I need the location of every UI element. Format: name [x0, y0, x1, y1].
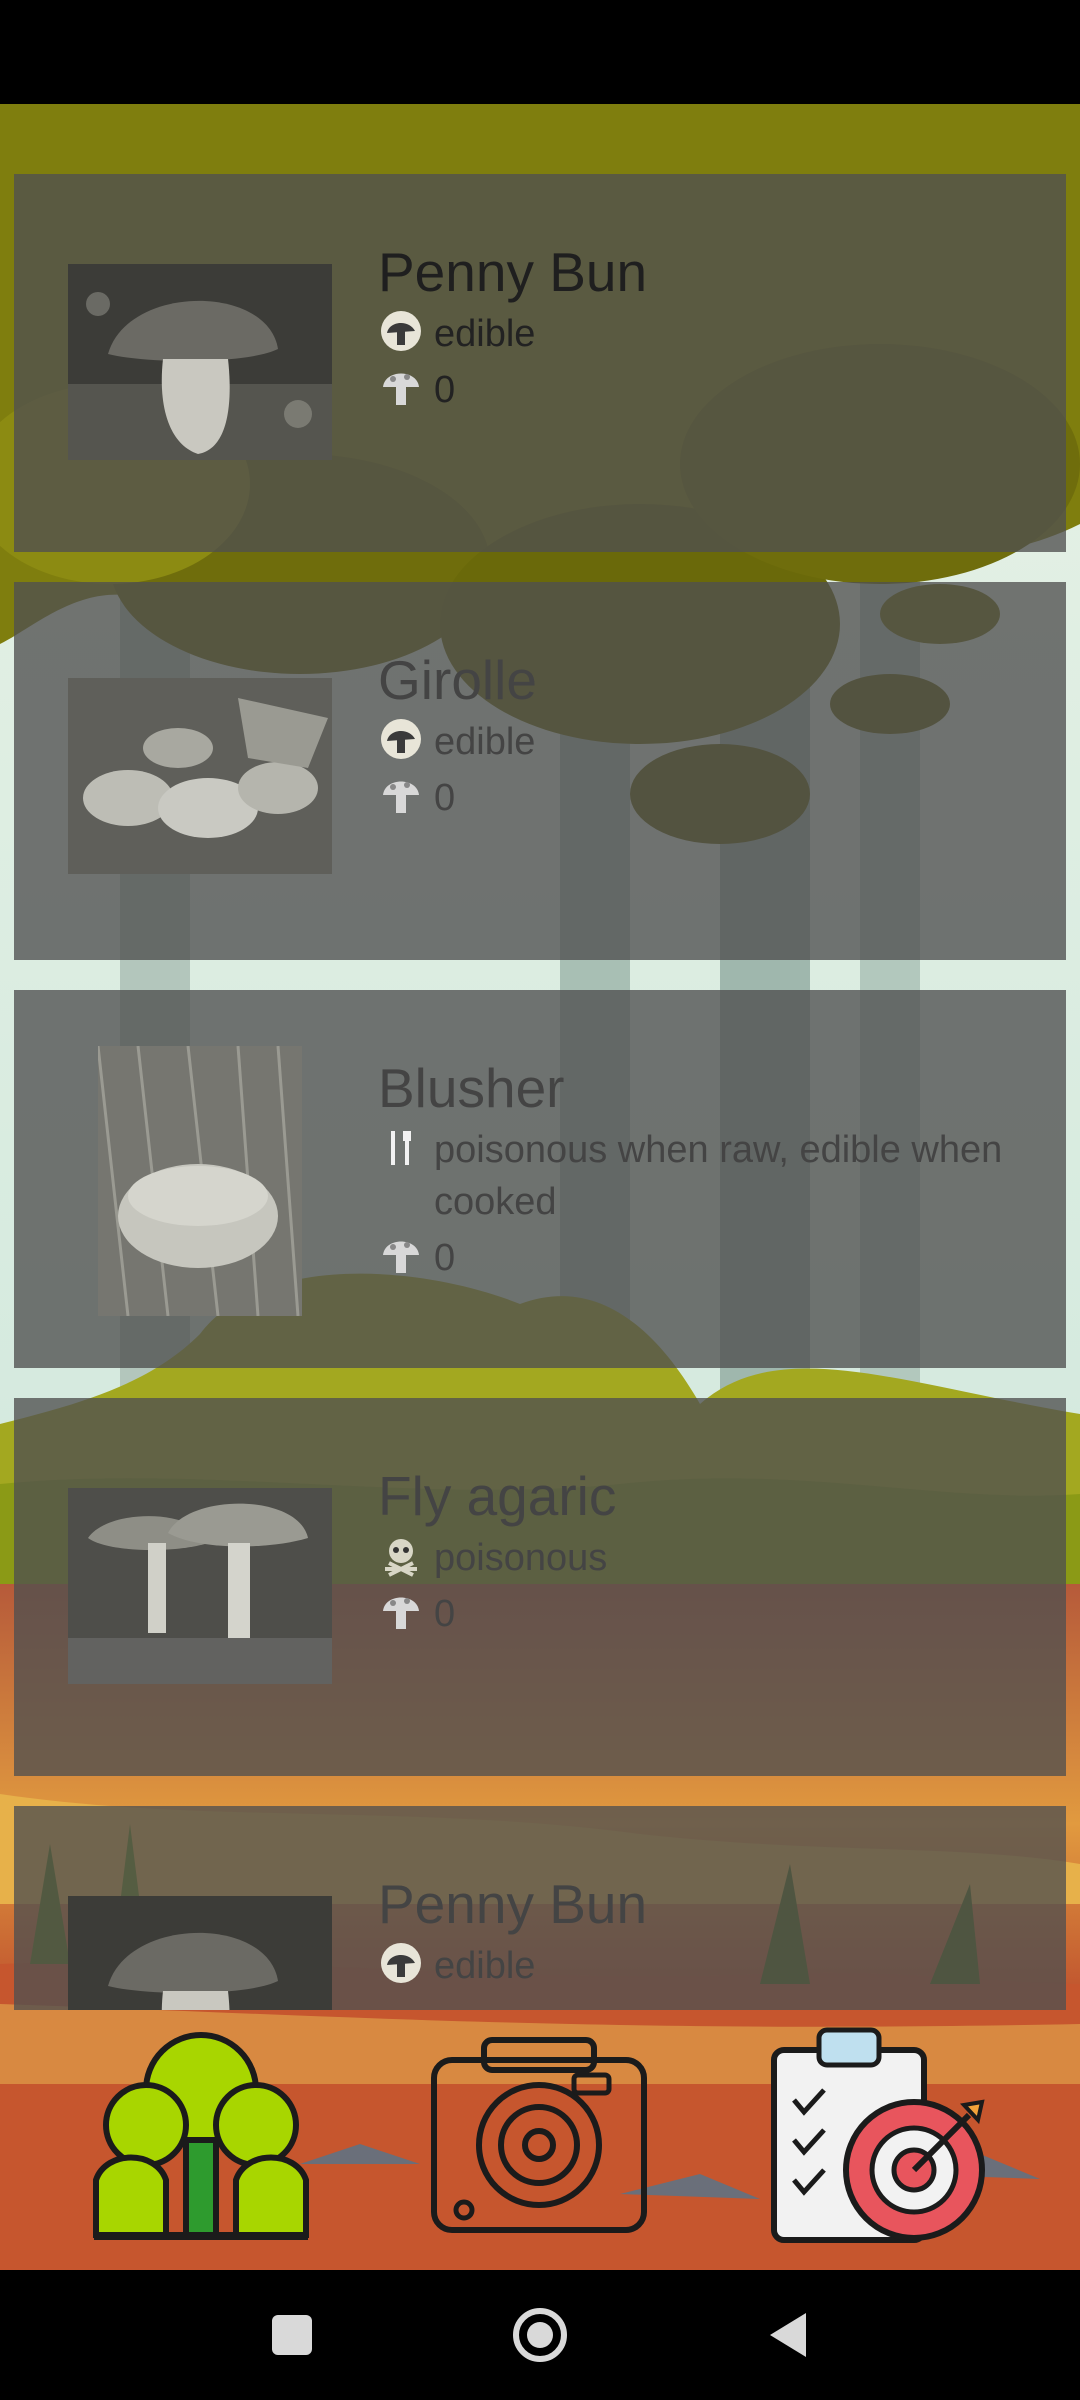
mushroom-name: Girolle	[378, 649, 537, 711]
edibility-text: edible	[434, 313, 536, 355]
mushroom-name: Penny Bun	[378, 1873, 648, 1935]
mushroom-name: Blusher	[378, 1057, 565, 1119]
home-button[interactable]	[510, 2305, 570, 2365]
mushroom-card[interactable]: Penny Bun edible	[14, 1806, 1066, 2010]
mushroom-count: 0	[434, 1237, 456, 1279]
cutlery-icon	[378, 1124, 424, 1170]
edibility-text: poisonous when raw, edible when cooked	[434, 1129, 1003, 1223]
mushroom-photo	[68, 264, 332, 460]
mushroom-photo	[68, 678, 332, 874]
system-navigation-bar	[0, 2270, 1080, 2400]
edibility-text: edible	[434, 721, 536, 763]
skull-icon	[378, 1532, 424, 1578]
mushroom-list[interactable]: Penny Bun edible 0 Girolle edible 0 Blus…	[0, 104, 1080, 2010]
edible-mushroom-icon	[378, 308, 424, 354]
edibility-text: poisonous	[434, 1537, 608, 1579]
status-bar	[0, 0, 1080, 104]
edibility-text: edible	[434, 1945, 536, 1987]
camera-tab-icon[interactable]	[424, 2020, 654, 2250]
mushroom-count-icon	[378, 772, 424, 818]
mushroom-card[interactable]: Penny Bun edible 0	[14, 174, 1066, 552]
forest-tab-icon[interactable]	[86, 2020, 316, 2250]
mushroom-name: Fly agaric	[378, 1465, 617, 1527]
mushroom-photo	[98, 1046, 302, 1316]
mushroom-card[interactable]: Fly agaric poisonous 0	[14, 1398, 1066, 1776]
mushroom-count: 0	[434, 1593, 456, 1635]
mushroom-count-icon	[378, 1232, 424, 1278]
edible-mushroom-icon	[378, 716, 424, 762]
mushroom-name: Penny Bun	[378, 241, 648, 303]
mushroom-card[interactable]: Blusher poisonous when raw, edible when …	[14, 990, 1066, 1368]
back-button[interactable]	[758, 2305, 818, 2365]
mushroom-count-icon	[378, 364, 424, 410]
mushroom-photo	[68, 1896, 332, 2010]
goals-tab-icon[interactable]	[764, 2020, 994, 2250]
edible-mushroom-icon	[378, 1940, 424, 1986]
mushroom-count: 0	[434, 777, 456, 819]
mushroom-count-icon	[378, 1588, 424, 1634]
recents-button[interactable]	[262, 2305, 322, 2365]
mushroom-card[interactable]: Girolle edible 0	[14, 582, 1066, 960]
mushroom-count: 0	[434, 369, 456, 411]
mushroom-photo	[68, 1488, 332, 1684]
